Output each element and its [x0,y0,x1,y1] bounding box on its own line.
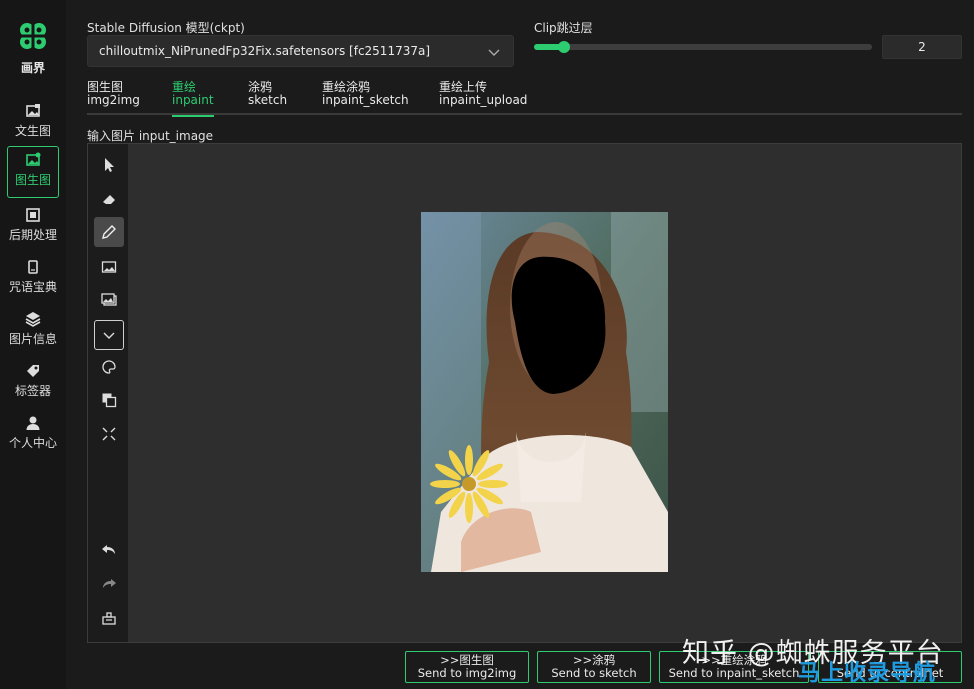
send-to-img2img-button[interactable]: >>图生图 Send to img2img [405,651,529,683]
clear-button[interactable] [94,603,124,633]
tab-label-en: inpaint_upload [439,93,528,107]
sidebar-item-label: 图生图 [14,173,51,187]
mode-tabs: 图生图 img2img 重绘 inpaint 涂鸦 sketch 重绘涂鸦 inpain… [87,81,962,117]
pointer-tool[interactable] [94,150,124,180]
sidebar-item-label: 咒语宝典 [8,280,57,294]
eraser-tool[interactable] [94,184,124,214]
fit-screen-icon [102,427,116,441]
input-image-label: 输入图片 input_image [87,129,214,143]
image-stack-icon [101,293,117,306]
watermark-nav: 马上收录导航 [798,661,937,686]
brush-tool[interactable] [94,217,124,247]
color-tool[interactable] [94,352,124,382]
layers-icon [25,312,41,327]
redo-button[interactable] [94,569,124,599]
sidebar-item-image-info[interactable]: 图片信息 [7,306,59,356]
tab-inpaint-sketch[interactable]: 重绘涂鸦 inpaint_sketch [322,81,409,115]
palette-icon [102,360,116,374]
post-process-icon [26,208,40,222]
tab-inpaint[interactable]: 重绘 inpaint [172,81,214,117]
image-text-icon [26,104,40,117]
layers-copy-icon [102,393,117,408]
sidebar-item-img2img[interactable]: 图生图 [7,146,59,198]
image-icon [101,261,117,273]
tab-label-en: img2img [87,93,140,107]
input-photo-image [421,212,668,572]
sidebar-item-label: 后期处理 [8,228,57,242]
user-icon [26,416,40,430]
model-select-value: chilloutmix_NiPrunedFp32Fix.safetensors … [99,44,431,58]
undo-icon [102,545,115,554]
model-label: Stable Diffusion 模型(ckpt) [87,21,245,35]
brush-size-dropdown[interactable] [94,320,124,350]
redo-icon [103,579,116,588]
sidebar-item-txt2img[interactable]: 文生图 [7,98,59,148]
tab-img2img[interactable]: 图生图 img2img [87,81,140,115]
sidebar-item-label: 标签器 [14,384,51,398]
layers-tool[interactable] [94,385,124,415]
tab-sketch[interactable]: 涂鸦 sketch [248,81,287,115]
sidebar-item-label: 个人中心 [8,436,57,450]
dropdown-icon [103,332,115,339]
clear-icon [102,612,116,625]
pencil-icon [102,225,116,239]
clip-skip-input[interactable]: 2 [882,35,962,59]
book-icon [28,260,38,274]
fit-screen-tool[interactable] [94,419,124,449]
image-tool[interactable] [94,252,124,282]
eraser-icon [103,195,115,204]
undo-button[interactable] [94,535,124,565]
clip-skip-slider[interactable] [534,41,872,53]
image-stack-tool[interactable] [94,285,124,315]
tab-label-en: inpaint_sketch [322,93,409,107]
tab-label-en: inpaint [172,93,214,107]
send-to-sketch-button[interactable]: >>涂鸦 Send to sketch [537,651,651,683]
logo-text: 画界 [20,61,45,75]
input-photo[interactable] [421,212,668,572]
sidebar-item-label: 图片信息 [8,332,57,346]
sidebar-item-prompt-book[interactable]: 咒语宝典 [7,254,59,304]
sidebar-item-postprocess[interactable]: 后期处理 [7,202,59,252]
clip-skip-label: Clip跳过层 [534,21,593,35]
app-logo[interactable]: 画界 [0,18,66,76]
image-gen-icon [26,152,41,166]
sidebar-item-label: 文生图 [14,124,51,138]
pointer-icon [105,158,114,172]
model-select[interactable]: chilloutmix_NiPrunedFp32Fix.safetensors … [87,35,514,67]
button-label-en: Send to sketch [551,666,637,680]
editor-toolbar [88,144,128,642]
sidebar-item-profile[interactable]: 个人中心 [7,410,59,460]
tag-icon [27,365,39,377]
slider-thumb[interactable] [558,41,571,53]
image-editor[interactable] [87,143,962,643]
tab-inpaint-upload[interactable]: 重绘上传 inpaint_upload [439,81,527,115]
chevron-down-icon [488,49,500,56]
button-label-en: Send to img2img [417,666,517,680]
sidebar: 画界 文生图 图生图 后期处理 咒语宝典 图片信息 标签器 个人中心 [0,0,66,689]
logo-clover-icon [20,23,46,49]
tab-label-en: sketch [248,93,288,107]
sidebar-item-tagger[interactable]: 标签器 [7,358,59,408]
